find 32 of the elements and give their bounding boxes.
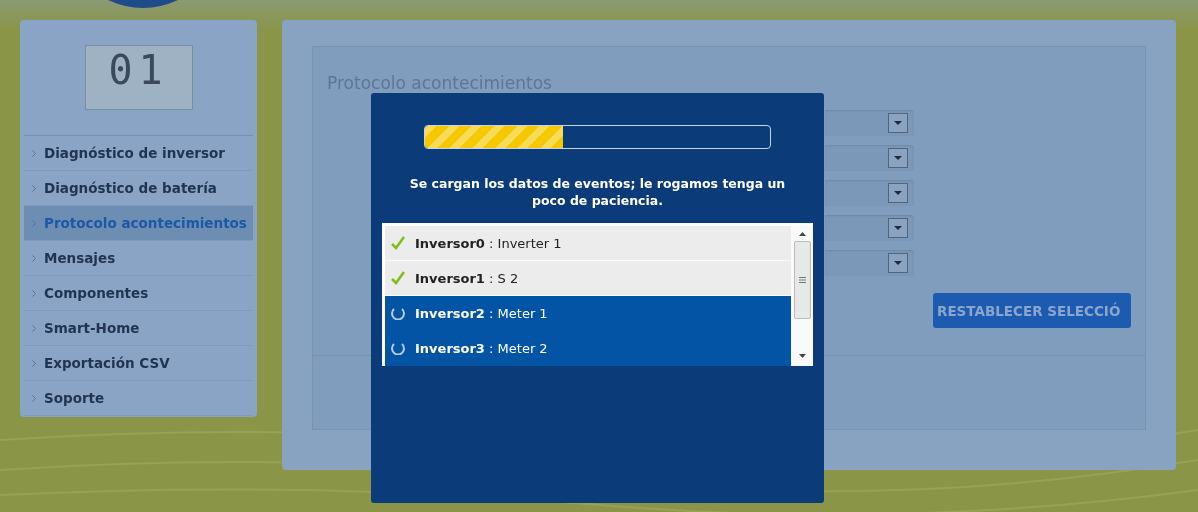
scroll-down-icon xyxy=(798,354,806,358)
sidebar-item[interactable]: Componentes xyxy=(24,276,253,311)
chevron-icon xyxy=(32,289,36,297)
dropdown-field[interactable] xyxy=(825,145,914,171)
chevron-icon xyxy=(32,324,36,332)
scroll-up-icon xyxy=(798,232,806,236)
dropdown-field[interactable] xyxy=(825,215,914,241)
chevron-icon xyxy=(32,184,36,192)
dropdown-field[interactable] xyxy=(825,250,914,276)
device-row[interactable]: Inversor2 : Meter 1 xyxy=(385,296,791,331)
device-row[interactable]: Inversor0 : Inverter 1 xyxy=(385,226,791,261)
reset-selection-button[interactable]: RESTABLECER SELECCIÓ xyxy=(933,293,1131,328)
scroll-thumb[interactable] xyxy=(793,241,811,319)
sidebar-item[interactable]: Mensajes xyxy=(24,241,253,276)
lcd-display: 01 xyxy=(84,45,193,110)
sidebar-item[interactable]: Soporte xyxy=(24,381,253,416)
dropdown-field[interactable] xyxy=(825,110,914,136)
chevron-icon xyxy=(32,219,36,227)
chevron-icon xyxy=(32,359,36,367)
sidebar-item[interactable]: Exportación CSV xyxy=(24,346,253,381)
loading-message: Se cargan los datos de eventos; le rogamos tenga un poco de paciencia. xyxy=(408,175,787,209)
logo-arc-icon xyxy=(108,0,178,10)
device-row[interactable]: Inversor3 : Meter 2 xyxy=(385,331,791,366)
chevron-icon xyxy=(32,394,36,402)
dropdown-field[interactable] xyxy=(825,180,914,206)
scrollbar[interactable] xyxy=(791,226,813,366)
grip-icon xyxy=(798,277,806,283)
device-row[interactable]: Inversor1 : S 2 xyxy=(385,261,791,296)
chevron-icon xyxy=(32,254,36,262)
chevron-icon xyxy=(32,149,36,157)
sidebar-item[interactable]: Diagnóstico de inversor xyxy=(24,136,253,171)
sidebar-item[interactable]: Smart-Home xyxy=(24,311,253,346)
